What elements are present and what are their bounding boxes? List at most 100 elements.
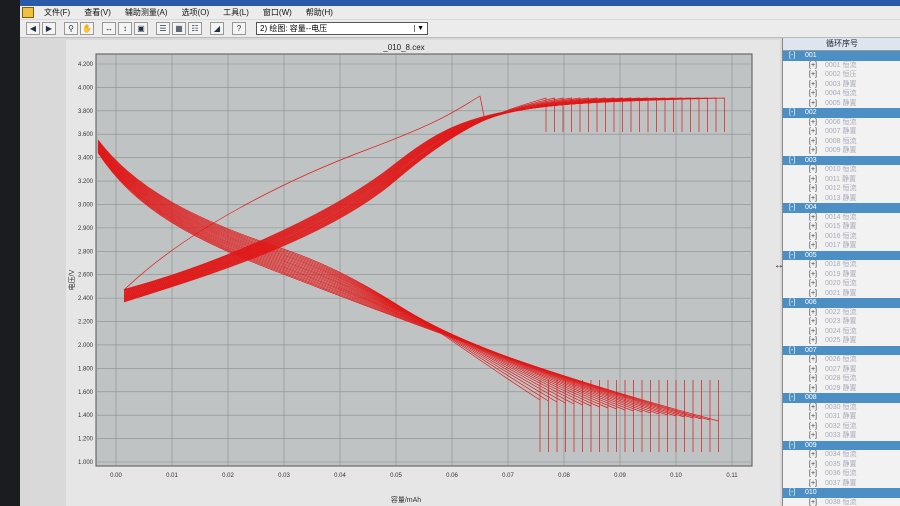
tree-step-node[interactable]: [+] 0031 静置 <box>783 412 900 422</box>
tree-step-node[interactable]: [+] 0001 恒流 <box>783 61 900 71</box>
expand-toggle[interactable]: [+] <box>809 479 825 489</box>
expand-toggle[interactable]: [+] <box>809 260 825 270</box>
tree-step-node[interactable]: [+] 0003 静置 <box>783 80 900 90</box>
tree-cycle-node[interactable]: [-] 009 <box>783 440 900 450</box>
expand-toggle[interactable]: [+] <box>809 498 825 506</box>
chart-icon[interactable]: ◢ <box>210 22 224 35</box>
menu-view[interactable]: 查看(V) <box>80 7 115 18</box>
tree-step-node[interactable]: [+] 0013 静置 <box>783 194 900 204</box>
menu-options[interactable]: 选项(O) <box>178 7 214 18</box>
expand-toggle[interactable]: [+] <box>809 165 825 175</box>
tree-step-node[interactable]: [+] 0028 恒流 <box>783 374 900 384</box>
tree-step-node[interactable]: [+] 0006 恒流 <box>783 118 900 128</box>
expand-toggle[interactable]: [+] <box>809 184 825 194</box>
expand-toggle[interactable]: [+] <box>809 469 825 479</box>
expand-toggle[interactable]: [+] <box>809 336 825 346</box>
menu-measure[interactable]: 辅助测量(A) <box>121 7 172 18</box>
expand-toggle[interactable]: [+] <box>809 61 825 71</box>
zoom-icon[interactable]: ⚲ <box>64 22 78 35</box>
tree-step-node[interactable]: [+] 0026 恒流 <box>783 355 900 365</box>
help-icon[interactable]: ? <box>232 22 246 35</box>
arrow-left-icon[interactable]: ◀ <box>26 22 40 35</box>
tree-cycle-node[interactable]: [-] 007 <box>783 345 900 355</box>
tree-step-node[interactable]: [+] 0014 恒流 <box>783 213 900 223</box>
tree-step-node[interactable]: [+] 0021 静置 <box>783 289 900 299</box>
expand-toggle[interactable]: [-] <box>789 393 805 403</box>
tree-step-node[interactable]: [+] 0007 静置 <box>783 127 900 137</box>
expand-toggle[interactable]: [+] <box>809 70 825 80</box>
tree-step-node[interactable]: [+] 0008 恒流 <box>783 137 900 147</box>
expand-toggle[interactable]: [+] <box>809 222 825 232</box>
menu-tools[interactable]: 工具(L) <box>219 7 253 18</box>
menu-window[interactable]: 窗口(W) <box>259 7 296 18</box>
expand-toggle[interactable]: [+] <box>809 146 825 156</box>
expand-toggle[interactable]: [+] <box>809 289 825 299</box>
expand-toggle[interactable]: [-] <box>789 156 805 166</box>
tree-step-node[interactable]: [+] 0019 静置 <box>783 270 900 280</box>
expand-toggle[interactable]: [+] <box>809 137 825 147</box>
tree-step-node[interactable]: [+] 0004 恒流 <box>783 89 900 99</box>
tree-cycle-node[interactable]: [-] 006 <box>783 298 900 308</box>
tree-step-node[interactable]: [+] 0017 静置 <box>783 241 900 251</box>
expand-toggle[interactable]: [+] <box>809 175 825 185</box>
table-icon[interactable]: ☷ <box>188 22 202 35</box>
expand-toggle[interactable]: [+] <box>809 403 825 413</box>
expand-toggle[interactable]: [-] <box>789 51 805 61</box>
tree-step-node[interactable]: [+] 0020 恒流 <box>783 279 900 289</box>
tree-step-node[interactable]: [+] 0035 静置 <box>783 460 900 470</box>
tree-step-node[interactable]: [+] 0027 静置 <box>783 365 900 375</box>
tree-step-node[interactable]: [+] 0032 恒流 <box>783 422 900 432</box>
expand-toggle[interactable]: [+] <box>809 127 825 137</box>
tree-cycle-node[interactable]: [-] 002 <box>783 108 900 118</box>
expand-toggle[interactable]: [+] <box>809 99 825 109</box>
tree-step-node[interactable]: [+] 0036 恒流 <box>783 469 900 479</box>
tree-step-node[interactable]: [+] 0010 恒流 <box>783 165 900 175</box>
tree-step-node[interactable]: [+] 0033 静置 <box>783 431 900 441</box>
tree-cycle-node[interactable]: [-] 003 <box>783 155 900 166</box>
expand-toggle[interactable]: [+] <box>809 365 825 375</box>
expand-toggle[interactable]: [+] <box>809 355 825 365</box>
expand-toggle[interactable]: [+] <box>809 270 825 280</box>
tree-cycle-node[interactable]: [-] 010 <box>783 488 900 498</box>
expand-toggle[interactable]: [+] <box>809 80 825 90</box>
list-icon[interactable]: ☰ <box>156 22 170 35</box>
tree-step-node[interactable]: [+] 0034 恒流 <box>783 450 900 460</box>
expand-toggle[interactable]: [+] <box>809 241 825 251</box>
tree-step-node[interactable]: [+] 0016 恒流 <box>783 232 900 242</box>
tree-cycle-node[interactable]: [-] 008 <box>783 393 900 403</box>
chevron-down-icon[interactable]: ▼ <box>414 25 424 32</box>
tree-cycle-node[interactable]: [-] 005 <box>783 250 900 260</box>
expand-toggle[interactable]: [+] <box>809 460 825 470</box>
tree-step-node[interactable]: [+] 0038 恒流 <box>783 498 900 506</box>
expand-toggle[interactable]: [+] <box>809 412 825 422</box>
expand-toggle[interactable]: [+] <box>809 450 825 460</box>
tree-step-node[interactable]: [+] 0022 恒流 <box>783 308 900 318</box>
tree-step-node[interactable]: [+] 0029 静置 <box>783 384 900 394</box>
expand-toggle[interactable]: [+] <box>809 232 825 242</box>
tree-step-node[interactable]: [+] 0005 静置 <box>783 99 900 109</box>
grid-icon[interactable]: ▦ <box>172 22 186 35</box>
expand-toggle[interactable]: [+] <box>809 279 825 289</box>
chart-canvas[interactable]: _010_8.cex 4.200 4.000 3.800 3.600 3.400 3.20… <box>66 40 780 506</box>
expand-toggle[interactable]: [+] <box>809 431 825 441</box>
fit-height-icon[interactable]: ↕ <box>118 22 132 35</box>
expand-toggle[interactable]: [+] <box>809 374 825 384</box>
expand-toggle[interactable]: [-] <box>789 108 805 118</box>
plot-mode-select[interactable]: 2) 绘图: 容量--电压 ▼ <box>256 22 428 35</box>
tree-step-node[interactable]: [+] 0002 恒压 <box>783 70 900 80</box>
expand-toggle[interactable]: [+] <box>809 384 825 394</box>
expand-toggle[interactable]: [+] <box>809 422 825 432</box>
tree-step-node[interactable]: [+] 0024 恒流 <box>783 327 900 337</box>
expand-toggle[interactable]: [-] <box>789 298 805 308</box>
tree-step-node[interactable]: [+] 0015 静置 <box>783 222 900 232</box>
expand-toggle[interactable]: [+] <box>809 317 825 327</box>
expand-toggle[interactable]: [+] <box>809 194 825 204</box>
expand-toggle[interactable]: [+] <box>809 213 825 223</box>
hand-icon[interactable]: ✋ <box>80 22 94 35</box>
expand-toggle[interactable]: [+] <box>809 118 825 128</box>
tree-step-node[interactable]: [+] 0037 静置 <box>783 479 900 489</box>
arrow-right-icon[interactable]: ▶ <box>42 22 56 35</box>
fit-width-icon[interactable]: ↔ <box>102 22 116 35</box>
menu-help[interactable]: 帮助(H) <box>302 7 337 18</box>
tree-step-node[interactable]: [+] 0023 静置 <box>783 317 900 327</box>
